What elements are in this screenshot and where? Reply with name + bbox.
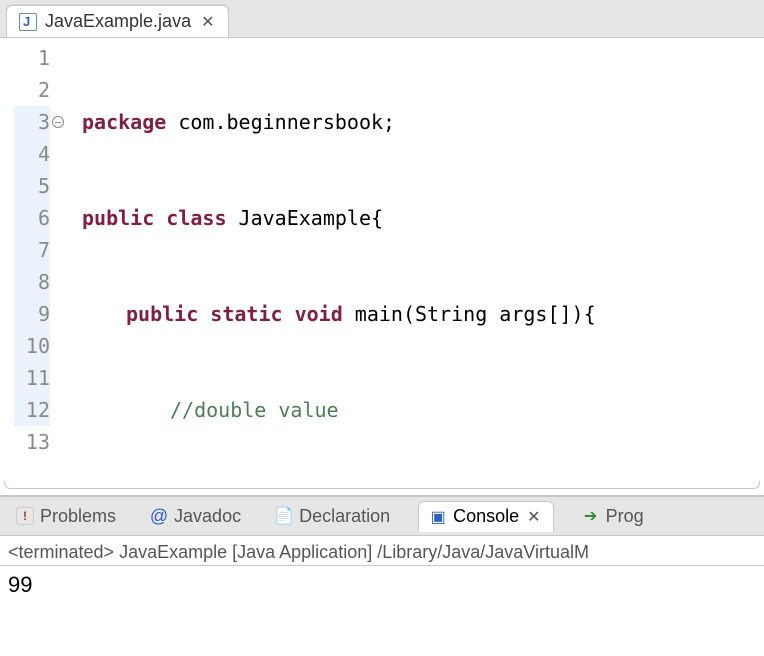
views-tabbar: ! Problems @ Javadoc 📄 Declaration ▣ Con…: [0, 496, 764, 536]
line-number: 1: [14, 42, 50, 74]
line-number: 9: [14, 298, 50, 330]
problems-icon: !: [16, 507, 34, 525]
line-number: 13: [14, 426, 50, 458]
code-line: //double value: [82, 394, 764, 426]
javadoc-icon: @: [150, 507, 168, 525]
declaration-icon: 📄: [275, 507, 293, 525]
editor-tabbar: JavaExample.java ✕: [0, 0, 764, 38]
tab-label: Javadoc: [174, 506, 241, 527]
tab-problems[interactable]: ! Problems: [10, 502, 122, 531]
progress-icon: ➔: [582, 507, 600, 525]
tab-progress[interactable]: ➔ Prog: [576, 502, 650, 531]
tab-label: Console: [453, 506, 519, 527]
line-number: 2: [14, 74, 50, 106]
tab-console[interactable]: ▣ Console ✕: [418, 501, 553, 532]
editor-panel: JavaExample.java ✕ 1 2 3 4 5 6 7 8 9 10 …: [0, 0, 764, 496]
tab-label: Problems: [40, 506, 116, 527]
tab-label: Prog: [606, 506, 644, 527]
fold-collapse-icon[interactable]: [52, 116, 64, 128]
tab-declaration[interactable]: 📄 Declaration: [269, 502, 396, 531]
close-icon[interactable]: ✕: [199, 12, 216, 32]
line-number: 11: [14, 362, 50, 394]
line-number: 5: [14, 170, 50, 202]
console-output: 99: [0, 566, 764, 604]
tab-label: Declaration: [299, 506, 390, 527]
line-number: 3: [14, 106, 50, 138]
code-line: public static void main(String args[]){: [82, 298, 764, 330]
console-status: <terminated> JavaExample [Java Applicati…: [0, 536, 764, 566]
line-number: 4: [14, 138, 50, 170]
code-area[interactable]: package com.beginnersbook; public class …: [60, 38, 764, 481]
line-number: 8: [14, 266, 50, 298]
line-number: 12: [14, 394, 50, 426]
line-number: 6: [14, 202, 50, 234]
close-icon[interactable]: ✕: [525, 507, 542, 527]
line-gutter: 1 2 3 4 5 6 7 8 9 10 11 12 13: [0, 38, 60, 481]
code-line: package com.beginnersbook;: [82, 106, 764, 138]
editor-frame-bottom: [4, 481, 760, 489]
code-line: public class JavaExample{: [82, 202, 764, 234]
tab-javadoc[interactable]: @ Javadoc: [144, 502, 247, 531]
editor-tab-label: JavaExample.java: [45, 11, 191, 32]
code-editor[interactable]: 1 2 3 4 5 6 7 8 9 10 11 12 13 package co…: [0, 38, 764, 481]
java-file-icon: [19, 13, 37, 31]
console-icon: ▣: [429, 508, 447, 526]
line-number: 10: [14, 330, 50, 362]
line-number: 7: [14, 234, 50, 266]
editor-tab-javaexample[interactable]: JavaExample.java ✕: [6, 5, 229, 37]
